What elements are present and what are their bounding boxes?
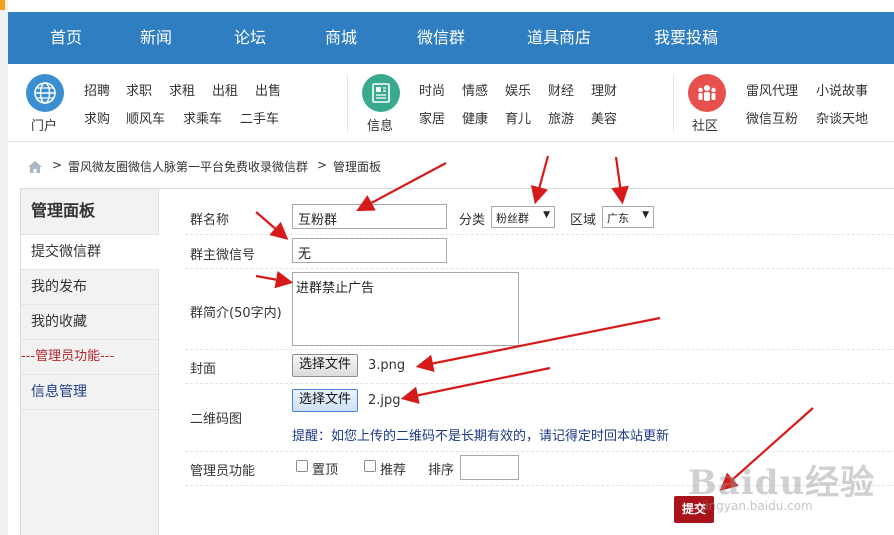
annotation-arrow [530, 155, 550, 205]
annotation-arrow [255, 270, 294, 289]
watermark-url: jingyan.baidu.com [702, 499, 813, 513]
baidu-watermark: Baidu经验 jingyan.baidu.com [688, 455, 894, 525]
annotation-arrow [400, 366, 551, 404]
annotation-arrow [356, 162, 447, 212]
annotation-arrow [415, 316, 661, 373]
watermark-brand: Baidu经验 [688, 463, 876, 503]
page: 首页 新闻 论坛 商城 微信群 道具商店 我要投稿 门户 招聘 求职 求租 出租… [0, 0, 894, 535]
annotation-arrow [255, 211, 289, 240]
annotation-arrow [611, 156, 629, 205]
